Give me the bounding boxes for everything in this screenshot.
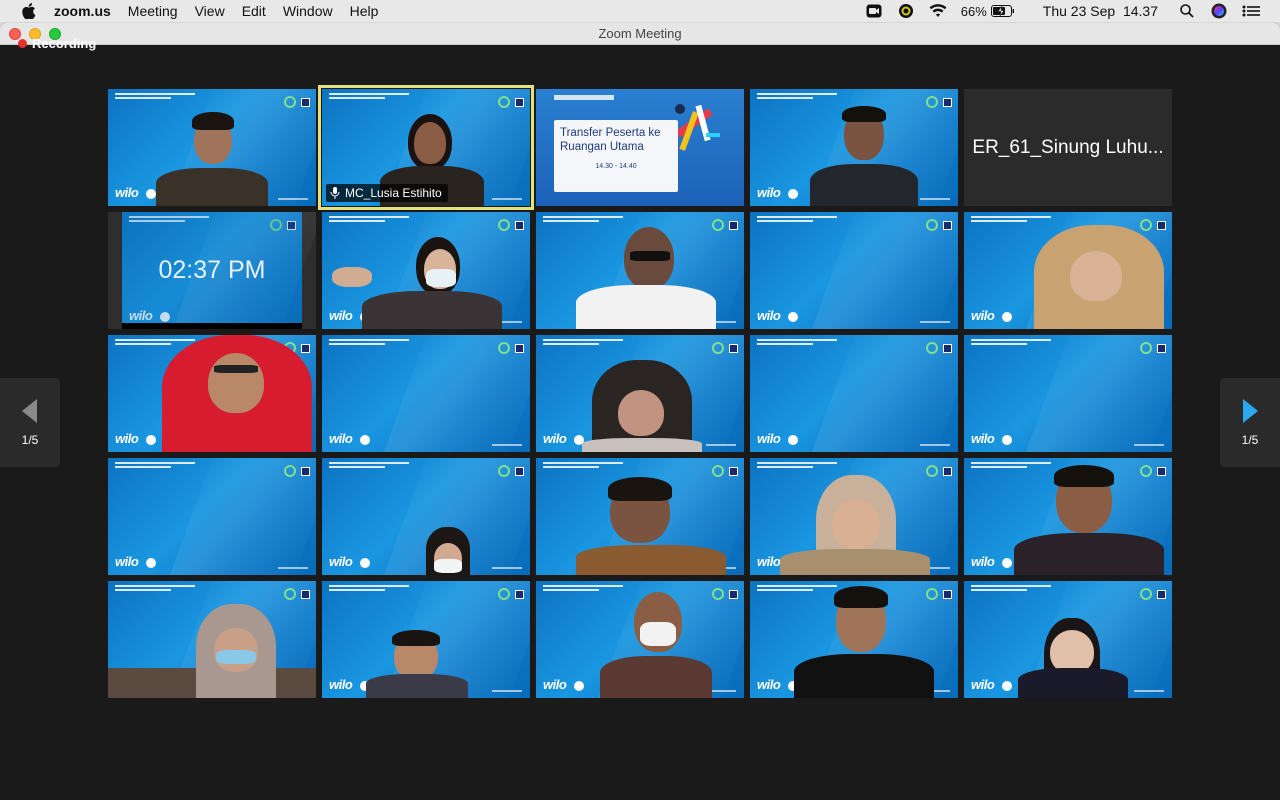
menu-view[interactable]: View	[195, 3, 225, 19]
participant-video	[108, 604, 316, 698]
participant-name: ER_61_Sinung Luhu...	[972, 136, 1164, 158]
camera-off-tile[interactable]: ER_61_Sinung Luhu...	[964, 89, 1172, 206]
video-tile[interactable]: wilo	[964, 581, 1172, 698]
slide-time: 14.30 - 14.40	[595, 163, 637, 170]
page-indicator-right: 1/5	[1241, 432, 1259, 447]
recording-indicator[interactable]: Recording	[18, 36, 96, 51]
menu-window[interactable]: Window	[283, 3, 333, 19]
clock-display: wilo 02:37 PM	[122, 212, 302, 329]
previous-page-button[interactable]: 1/5	[0, 378, 60, 467]
menu-help[interactable]: Help	[350, 3, 379, 19]
menu-app-zoom[interactable]: zoom.us	[54, 3, 111, 19]
video-tile[interactable]: wilo	[750, 212, 958, 329]
participant-video	[1014, 465, 1164, 575]
video-tile[interactable]: wilo	[536, 581, 744, 698]
clock-datetime[interactable]: Thu 23 Sep 14.37	[1043, 3, 1158, 19]
slide-card: Transfer Peserta ke Ruangan Utama 14.30 …	[554, 120, 678, 192]
siri-icon[interactable]	[1210, 3, 1228, 19]
video-tile[interactable]: wilo	[108, 89, 316, 206]
participant-video	[576, 227, 716, 329]
slide-header-line	[554, 95, 614, 100]
active-speaker-tile[interactable]: MC_Lusia Estihito	[318, 85, 534, 210]
zoom-camera-icon[interactable]	[865, 3, 883, 19]
slide-title: Transfer Peserta ke Ruangan Utama	[560, 127, 661, 153]
arrow-right-icon	[1243, 398, 1258, 423]
participant-video	[804, 106, 924, 206]
video-tile[interactable]: wilo	[750, 581, 958, 698]
participant-video	[576, 477, 726, 575]
gallery-view-grid: wilo MC_Lusia Estihito Transfer Peserta …	[108, 85, 1172, 698]
wifi-icon[interactable]	[929, 3, 947, 19]
participant-video	[152, 112, 272, 206]
video-tile[interactable]: wilo	[964, 212, 1172, 329]
window-titlebar[interactable]: Zoom Meeting	[0, 23, 1280, 45]
next-page-button[interactable]: 1/5	[1220, 378, 1280, 467]
virtual-background: wilo	[750, 212, 958, 329]
virtual-background: wilo	[964, 335, 1172, 452]
menu-edit[interactable]: Edit	[242, 3, 266, 19]
video-tile[interactable]: wilo	[108, 335, 316, 452]
control-center-icon[interactable]	[1242, 3, 1260, 19]
participant-video	[780, 475, 930, 575]
participant-video	[582, 360, 702, 452]
clock-time: 02:37 PM	[158, 256, 266, 284]
video-tile[interactable]: wilo	[536, 335, 744, 452]
menu-meeting[interactable]: Meeting	[128, 3, 178, 19]
virtual-background: wilo	[108, 458, 316, 575]
video-tile[interactable]: wilo	[750, 458, 958, 575]
video-tile[interactable]: wilo	[322, 212, 530, 329]
page-indicator-left: 1/5	[21, 432, 39, 447]
video-tile[interactable]: wilo	[964, 335, 1172, 452]
recording-label: Recording	[32, 36, 97, 51]
recording-dot-icon	[18, 39, 27, 48]
participant-video	[1018, 618, 1128, 698]
video-tile[interactable]: wilo	[750, 335, 958, 452]
video-tile[interactable]: Transfer Peserta ke Ruangan Utama 14.30 …	[536, 89, 744, 206]
participant-name-tag: MC_Lusia Estihito	[326, 184, 448, 202]
participant-video	[422, 527, 482, 575]
video-tile[interactable]: wilo	[322, 458, 530, 575]
battery-charging-icon[interactable]	[990, 3, 1015, 19]
virtual-background: wilo	[322, 335, 530, 452]
video-tile[interactable]	[536, 458, 744, 575]
participant-video	[1024, 225, 1172, 329]
arrow-left-icon	[22, 398, 37, 423]
participant-video	[794, 586, 934, 698]
battery-percent: 66%	[960, 3, 987, 19]
video-tile[interactable]	[108, 581, 316, 698]
participant-name: MC_Lusia Estihito	[345, 186, 442, 200]
video-tile[interactable]: wilo	[108, 458, 316, 575]
video-tile[interactable]	[536, 212, 744, 329]
video-tile[interactable]: wilo 02:37 PM	[108, 212, 316, 329]
participant-video	[332, 237, 502, 329]
apple-logo-icon[interactable]	[20, 3, 38, 19]
participant-video	[158, 335, 316, 452]
participant-video	[362, 630, 472, 698]
spotlight-search-icon[interactable]	[1178, 3, 1196, 19]
letterbox-bar	[122, 323, 302, 329]
participant-video	[596, 592, 716, 698]
window-title: Zoom Meeting	[598, 26, 682, 41]
video-tile[interactable]: wilo	[322, 335, 530, 452]
microphone-icon	[330, 187, 340, 199]
video-tile[interactable]: wilo	[750, 89, 958, 206]
video-tile[interactable]: wilo	[322, 581, 530, 698]
virtual-background: wilo	[750, 335, 958, 452]
video-tile[interactable]: wilo	[964, 458, 1172, 575]
menu-bar: zoom.us Meeting View Edit Window Help 66…	[0, 0, 1280, 22]
screen-time-icon[interactable]	[897, 3, 915, 19]
